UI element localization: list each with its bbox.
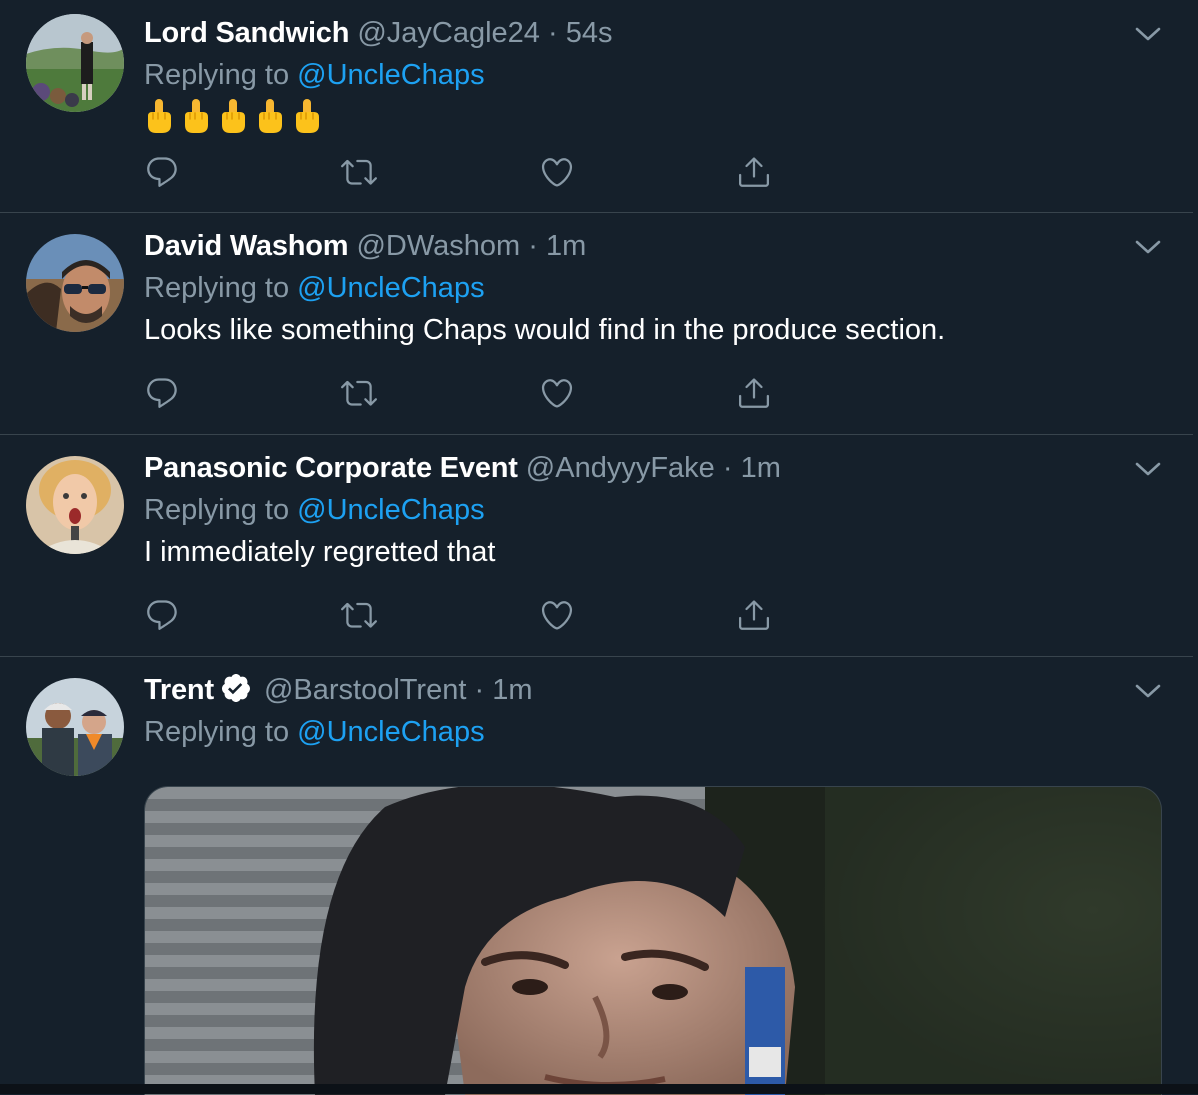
middle-finger-emoji (181, 98, 211, 134)
reply-icon[interactable] (144, 154, 180, 190)
tweet-text: I immediately regretted that (144, 536, 496, 568)
timestamp[interactable]: 1m (492, 674, 532, 706)
middle-finger-emoji (144, 98, 174, 134)
tweet[interactable]: David Washom @DWashom · 1m Replying to @… (0, 213, 1193, 435)
mention-link[interactable]: @UncleChaps (297, 59, 484, 91)
display-name[interactable]: Panasonic Corporate Event (144, 452, 518, 484)
share-icon[interactable] (736, 375, 772, 411)
replying-to: Replying to @UncleChaps (144, 713, 485, 751)
separator: · (722, 452, 733, 484)
chevron-down-icon[interactable] (1134, 681, 1162, 701)
tweet[interactable]: Panasonic Corporate Event @AndyyyFake · … (0, 435, 1193, 657)
display-name[interactable]: David Washom (144, 230, 349, 262)
timestamp[interactable]: 1m (546, 230, 586, 262)
like-icon[interactable] (539, 375, 575, 411)
middle-finger-emoji (292, 98, 322, 134)
timestamp[interactable]: 1m (741, 452, 781, 484)
reply-icon[interactable] (144, 375, 180, 411)
user-handle[interactable]: @DWashom (356, 230, 520, 262)
media-attachment[interactable] (144, 786, 1162, 1095)
tweet-text (144, 98, 322, 134)
middle-finger-emoji (255, 98, 285, 134)
tweet-text: Looks like something Chaps would find in… (144, 314, 946, 346)
replying-label: Replying to (144, 716, 290, 748)
mention-link[interactable]: @UncleChaps (297, 494, 484, 526)
gif-frame-image (145, 787, 1161, 1095)
share-icon[interactable] (736, 154, 772, 190)
timestamp[interactable]: 54s (566, 17, 613, 49)
chevron-down-icon[interactable] (1134, 459, 1162, 479)
separator: · (474, 674, 485, 706)
chevron-down-icon[interactable] (1134, 24, 1162, 44)
like-icon[interactable] (539, 597, 575, 633)
singer-avatar[interactable] (26, 456, 124, 554)
replying-label: Replying to (144, 272, 290, 304)
replying-to: Replying to @UncleChaps (144, 269, 485, 307)
share-icon[interactable] (736, 597, 772, 633)
user-handle[interactable]: @JayCagle24 (357, 17, 540, 49)
middle-finger-emoji (218, 98, 248, 134)
display-name[interactable]: Trent (144, 674, 214, 706)
separator: · (547, 17, 558, 49)
replying-label: Replying to (144, 59, 290, 91)
replying-label: Replying to (144, 494, 290, 526)
replying-to: Replying to @UncleChaps (144, 56, 485, 94)
golf-course-avatar[interactable] (26, 14, 124, 112)
tweet-actions (0, 154, 1193, 194)
reply-icon[interactable] (144, 597, 180, 633)
sunglasses-selfie-avatar[interactable] (26, 234, 124, 332)
tweet[interactable]: Lord Sandwich @JayCagle24 · 54s Replying… (0, 0, 1193, 213)
display-name[interactable]: Lord Sandwich (144, 17, 349, 49)
user-handle[interactable]: @AndyyyFake (526, 452, 715, 484)
retweet-icon[interactable] (341, 597, 377, 633)
user-handle[interactable]: @BarstoolTrent (264, 674, 466, 706)
tweet-actions (0, 375, 1193, 415)
retweet-icon[interactable] (341, 375, 377, 411)
replying-to: Replying to @UncleChaps (144, 491, 485, 529)
verified-badge-icon (221, 674, 250, 702)
tweet-actions (0, 597, 1193, 637)
chevron-down-icon[interactable] (1134, 237, 1162, 257)
mention-link[interactable]: @UncleChaps (297, 272, 484, 304)
like-icon[interactable] (539, 154, 575, 190)
retweet-icon[interactable] (341, 154, 377, 190)
mention-link[interactable]: @UncleChaps (297, 716, 484, 748)
two-men-outdoors-avatar[interactable] (26, 678, 124, 776)
separator: · (528, 230, 538, 262)
window-bottom-edge (0, 1084, 1198, 1094)
